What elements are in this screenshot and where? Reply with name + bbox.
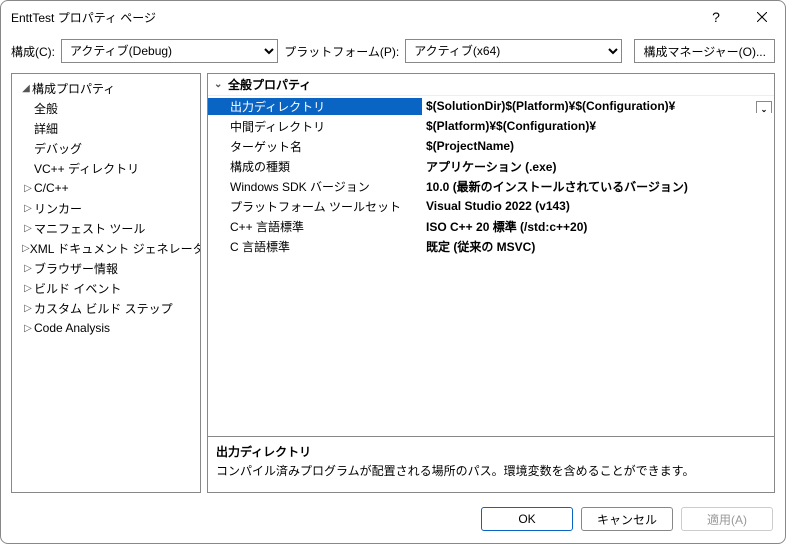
sidebar-item[interactable]: ▷C/C++ bbox=[12, 178, 200, 198]
sidebar[interactable]: ◢ 構成プロパティ 全般詳細デバッグVC++ ディレクトリ▷C/C++▷リンカー… bbox=[11, 73, 201, 493]
property-label: C++ 言語標準 bbox=[208, 218, 422, 235]
tree-root-label: 構成プロパティ bbox=[32, 80, 115, 97]
close-icon bbox=[757, 12, 767, 22]
property-row[interactable]: 構成の種類アプリケーション (.exe) bbox=[208, 156, 774, 176]
footer: OK キャンセル 適用(A) bbox=[1, 499, 785, 543]
property-row[interactable]: ターゲット名$(ProjectName) bbox=[208, 136, 774, 156]
sidebar-item-label: リンカー bbox=[34, 200, 82, 217]
sidebar-item[interactable]: ▷ブラウザー情報 bbox=[12, 258, 200, 278]
apply-button[interactable]: 適用(A) bbox=[681, 507, 773, 531]
property-value[interactable]: Visual Studio 2022 (v143) bbox=[422, 199, 774, 213]
description-panel: 出力ディレクトリ コンパイル済みプログラムが配置される場所のパス。環境変数を含め… bbox=[208, 436, 774, 492]
expand-icon[interactable]: ▷ bbox=[22, 203, 34, 214]
platform-label: プラットフォーム(P): bbox=[284, 43, 399, 60]
sidebar-item-label: ビルド イベント bbox=[34, 280, 121, 297]
config-manager-button[interactable]: 構成マネージャー(O)... bbox=[634, 39, 775, 63]
sidebar-item-label: 全般 bbox=[34, 100, 58, 117]
sidebar-item-label: ブラウザー情報 bbox=[34, 260, 118, 277]
expand-icon[interactable]: ▷ bbox=[22, 283, 34, 294]
sidebar-item-label: VC++ ディレクトリ bbox=[34, 160, 139, 177]
sidebar-item-label: XML ドキュメント ジェネレーター bbox=[30, 240, 201, 257]
property-label: 構成の種類 bbox=[208, 158, 422, 175]
sidebar-item[interactable]: 詳細 bbox=[12, 118, 200, 138]
expand-icon[interactable]: ▷ bbox=[22, 183, 34, 194]
property-label: C 言語標準 bbox=[208, 238, 422, 255]
group-title: 全般プロパティ bbox=[228, 76, 311, 93]
ok-button[interactable]: OK bbox=[481, 507, 573, 531]
expand-icon[interactable]: ▷ bbox=[22, 323, 34, 334]
sidebar-item[interactable]: ▷XML ドキュメント ジェネレーター bbox=[12, 238, 200, 258]
property-row[interactable]: 中間ディレクトリ$(Platform)¥$(Configuration)¥ bbox=[208, 116, 774, 136]
sidebar-item[interactable]: 全般 bbox=[12, 98, 200, 118]
config-select[interactable]: アクティブ(Debug) bbox=[61, 39, 278, 63]
sidebar-item-label: Code Analysis bbox=[34, 321, 110, 335]
toolbar: 構成(C): アクティブ(Debug) プラットフォーム(P): アクティブ(x… bbox=[1, 33, 785, 73]
expand-icon[interactable]: ▷ bbox=[22, 263, 34, 274]
sidebar-item-label: 詳細 bbox=[34, 120, 58, 137]
property-row[interactable]: 出力ディレクトリ$(SolutionDir)$(Platform)¥$(Conf… bbox=[208, 96, 774, 116]
property-label: 出力ディレクトリ bbox=[208, 98, 422, 115]
group-collapse-icon[interactable]: ⌄ bbox=[214, 79, 228, 90]
sidebar-item-label: カスタム ビルド ステップ bbox=[34, 300, 173, 317]
collapse-icon[interactable]: ◢ bbox=[20, 83, 32, 94]
sidebar-item[interactable]: VC++ ディレクトリ bbox=[12, 158, 200, 178]
property-value[interactable]: ISO C++ 20 標準 (/std:c++20) bbox=[422, 218, 774, 235]
property-row[interactable]: C 言語標準既定 (従来の MSVC) bbox=[208, 236, 774, 256]
sidebar-item[interactable]: ▷カスタム ビルド ステップ bbox=[12, 298, 200, 318]
group-header[interactable]: ⌄ 全般プロパティ bbox=[208, 74, 774, 96]
chevron-down-icon[interactable]: ⌄ bbox=[756, 101, 772, 113]
help-button[interactable]: ? bbox=[693, 1, 739, 33]
sidebar-item[interactable]: ▷マニフェスト ツール bbox=[12, 218, 200, 238]
cancel-button[interactable]: キャンセル bbox=[581, 507, 673, 531]
property-label: プラットフォーム ツールセット bbox=[208, 198, 422, 215]
property-value[interactable]: $(ProjectName) bbox=[422, 139, 774, 153]
property-value[interactable]: 既定 (従来の MSVC) bbox=[422, 238, 774, 255]
property-value[interactable]: $(Platform)¥$(Configuration)¥ bbox=[422, 119, 774, 133]
property-row[interactable]: C++ 言語標準ISO C++ 20 標準 (/std:c++20) bbox=[208, 216, 774, 236]
property-value[interactable]: $(SolutionDir)$(Platform)¥$(Configuratio… bbox=[422, 99, 774, 113]
property-row[interactable]: Windows SDK バージョン10.0 (最新のインストールされているバージ… bbox=[208, 176, 774, 196]
tree-root[interactable]: ◢ 構成プロパティ bbox=[12, 78, 200, 98]
sidebar-item[interactable]: ▷ビルド イベント bbox=[12, 278, 200, 298]
titlebar: EnttTest プロパティ ページ ? bbox=[1, 1, 785, 33]
platform-select[interactable]: アクティブ(x64) bbox=[405, 39, 622, 63]
config-label: 構成(C): bbox=[11, 43, 55, 60]
description-title: 出力ディレクトリ bbox=[216, 443, 766, 460]
property-panel: ⌄ 全般プロパティ 出力ディレクトリ$(SolutionDir)$(Platfo… bbox=[207, 73, 775, 493]
sidebar-item[interactable]: ▷Code Analysis bbox=[12, 318, 200, 338]
description-text: コンパイル済みプログラムが配置される場所のパス。環境変数を含めることができます。 bbox=[216, 462, 766, 479]
sidebar-item-label: デバッグ bbox=[34, 140, 82, 157]
property-value[interactable]: 10.0 (最新のインストールされているバージョン) bbox=[422, 178, 774, 195]
property-row[interactable]: プラットフォーム ツールセットVisual Studio 2022 (v143) bbox=[208, 196, 774, 216]
expand-icon[interactable]: ▷ bbox=[22, 303, 34, 314]
sidebar-item[interactable]: デバッグ bbox=[12, 138, 200, 158]
expand-icon[interactable]: ▷ bbox=[22, 223, 34, 234]
property-value[interactable]: アプリケーション (.exe) bbox=[422, 158, 774, 175]
window-title: EnttTest プロパティ ページ bbox=[11, 9, 693, 26]
sidebar-item-label: C/C++ bbox=[34, 181, 69, 195]
sidebar-item[interactable]: ▷リンカー bbox=[12, 198, 200, 218]
expand-icon[interactable]: ▷ bbox=[22, 243, 30, 254]
property-label: 中間ディレクトリ bbox=[208, 118, 422, 135]
close-button[interactable] bbox=[739, 1, 785, 33]
property-label: Windows SDK バージョン bbox=[208, 178, 422, 195]
property-grid[interactable]: 出力ディレクトリ$(SolutionDir)$(Platform)¥$(Conf… bbox=[208, 96, 774, 436]
sidebar-item-label: マニフェスト ツール bbox=[34, 220, 145, 237]
property-label: ターゲット名 bbox=[208, 138, 422, 155]
